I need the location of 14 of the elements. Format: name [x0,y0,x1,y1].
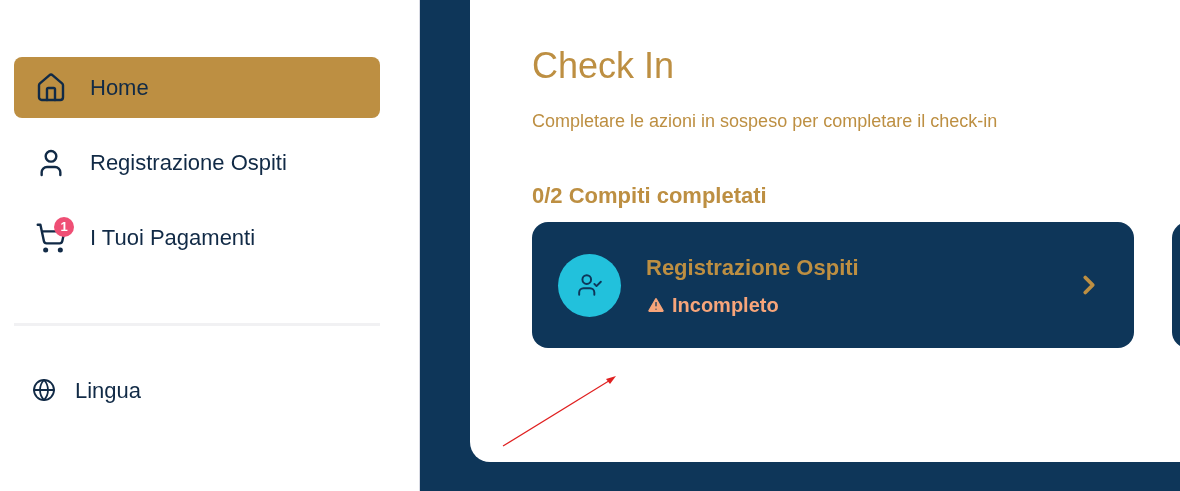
count-badge: 1 [54,216,74,237]
page-subtitle: Completare le azioni in sospeso per completare il check-in [532,110,999,133]
home-icon [35,71,67,104]
task-status: Incompleto [672,292,779,318]
sidebar-item[interactable]: Home [14,57,380,118]
task-title: Registrazione Ospiti [646,253,860,282]
page-title: Check In [532,44,676,88]
task-card[interactable]: Registrazione Ospiti Incompleto [532,222,1134,348]
language-item[interactable]: Lingua [14,364,380,416]
sidebar-item[interactable]: 1 I Tuoi Pagamenti [14,207,380,268]
sidebar-item[interactable]: Registrazione Ospiti [14,132,380,193]
progress-text: 0/2 Compiti completati [532,182,768,210]
globe-icon [32,378,56,402]
cart-icon [35,221,67,254]
